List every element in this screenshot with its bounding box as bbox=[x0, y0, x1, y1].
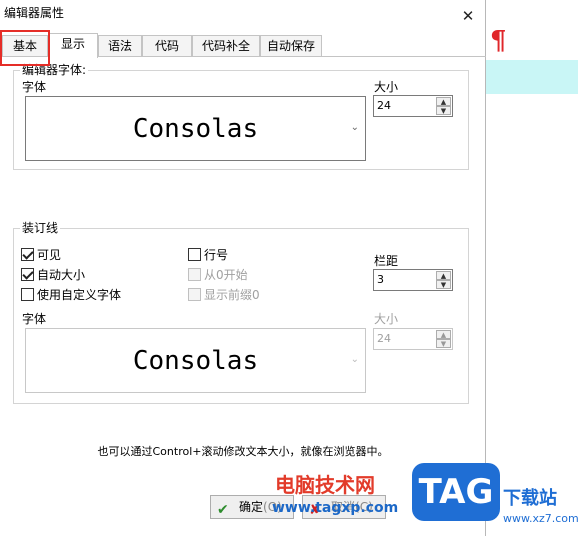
checkbox-custom-font-box[interactable] bbox=[21, 287, 34, 301]
margin-label: 栏距 bbox=[374, 254, 399, 268]
checkbox-leading-zeros-label: 显示前缀0 bbox=[204, 287, 260, 302]
gutter-spin-up-icon: ▲ bbox=[436, 330, 451, 339]
checkbox-start-from-zero-label: 从0开始 bbox=[204, 267, 248, 282]
title-bar: 编辑器属性 ✕ bbox=[0, 0, 486, 28]
chevron-down-icon: ⌄ bbox=[350, 354, 359, 365]
gutter-size-value: 24 bbox=[377, 332, 391, 345]
checkbox-visible-box[interactable] bbox=[21, 247, 34, 261]
editor-properties-dialog: 编辑器属性 ✕ 基本 显示 语法 代码 代码补全 自动保存 编辑器字体: 字体 … bbox=[0, 0, 486, 536]
checkbox-start-from-zero-box bbox=[188, 267, 201, 281]
font-label: 字体 bbox=[22, 80, 47, 94]
zoom-hint-text: 也可以通过Control+滚动修改文本大小，就像在浏览器中。 bbox=[97, 445, 389, 458]
spin-up-icon[interactable]: ▲ bbox=[436, 97, 451, 106]
pilcrow-icon: ¶ bbox=[490, 26, 507, 56]
margin-spin-down-icon[interactable]: ▼ bbox=[436, 280, 451, 289]
tab-basic[interactable]: 基本 bbox=[2, 35, 48, 57]
checkbox-auto-size[interactable]: 自动大小 bbox=[21, 266, 85, 282]
dialog-title: 编辑器属性 bbox=[4, 6, 65, 20]
tab-display[interactable]: 显示 bbox=[48, 33, 98, 58]
size-spinbox[interactable]: 24 ▲ ▼ bbox=[373, 95, 453, 117]
margin-spin-up-icon[interactable]: ▲ bbox=[436, 271, 451, 280]
spin-down-icon[interactable]: ▼ bbox=[436, 106, 451, 115]
font-selector[interactable]: Consolas ⌄ bbox=[25, 96, 366, 161]
current-line-highlight bbox=[486, 60, 578, 94]
size-label: 大小 bbox=[374, 80, 399, 94]
checkbox-line-numbers-box[interactable] bbox=[188, 247, 201, 261]
margin-value: 3 bbox=[377, 273, 384, 286]
size-value: 24 bbox=[377, 99, 391, 112]
watermark-url: www.tagxp.com bbox=[272, 500, 399, 516]
spin-arrows[interactable]: ▲ ▼ bbox=[436, 97, 451, 115]
brand-name: 下载站 bbox=[503, 488, 557, 509]
checkbox-visible-label: 可见 bbox=[37, 247, 62, 262]
checkbox-custom-font-label: 使用自定义字体 bbox=[37, 287, 122, 302]
tab-strip: 基本 显示 语法 代码 代码补全 自动保存 bbox=[0, 33, 486, 58]
gutter-size-spin-arrows: ▲ ▼ bbox=[436, 330, 451, 348]
gutter-spin-down-icon: ▼ bbox=[436, 339, 451, 348]
tag-logo: TAG bbox=[412, 463, 500, 521]
checkbox-line-numbers-label: 行号 bbox=[204, 247, 229, 262]
chevron-down-icon: ⌄ bbox=[350, 122, 359, 133]
checkbox-line-numbers[interactable]: 行号 bbox=[188, 246, 228, 262]
check-icon: ✔ bbox=[217, 502, 229, 518]
checkbox-visible[interactable]: 可见 bbox=[21, 246, 61, 262]
gutter-font-preview: Consolas bbox=[132, 345, 259, 376]
checkbox-leading-zeros: 显示前缀0 bbox=[188, 286, 260, 302]
gutter-font-label: 字体 bbox=[22, 312, 47, 326]
editor-font-group-title: 编辑器字体: bbox=[20, 63, 89, 77]
gutter-size-spinbox: 24 ▲ ▼ bbox=[373, 328, 453, 350]
checkbox-auto-size-label: 自动大小 bbox=[37, 267, 86, 282]
margin-spin-arrows[interactable]: ▲ ▼ bbox=[436, 271, 451, 289]
margin-spinbox[interactable]: 3 ▲ ▼ bbox=[373, 269, 453, 291]
brand-url: www.xz7.com bbox=[503, 512, 578, 525]
checkbox-custom-font[interactable]: 使用自定义字体 bbox=[21, 286, 121, 302]
checkbox-auto-size-box[interactable] bbox=[21, 267, 34, 281]
gutter-group-title: 装订线 bbox=[20, 221, 61, 235]
gutter-size-label: 大小 bbox=[374, 312, 399, 326]
font-preview: Consolas bbox=[132, 113, 259, 144]
tab-code-completion[interactable]: 代码补全 bbox=[192, 35, 260, 57]
gutter-font-selector: Consolas ⌄ bbox=[25, 328, 366, 393]
watermark-site-name: 电脑技术网 bbox=[275, 473, 375, 497]
ok-label: 确定 bbox=[239, 500, 264, 514]
checkbox-leading-zeros-box bbox=[188, 287, 201, 301]
tab-syntax[interactable]: 语法 bbox=[98, 35, 142, 57]
close-icon[interactable]: ✕ bbox=[456, 6, 480, 26]
tab-code[interactable]: 代码 bbox=[142, 35, 192, 57]
tab-autosave[interactable]: 自动保存 bbox=[260, 35, 322, 57]
checkbox-start-from-zero: 从0开始 bbox=[188, 266, 248, 282]
